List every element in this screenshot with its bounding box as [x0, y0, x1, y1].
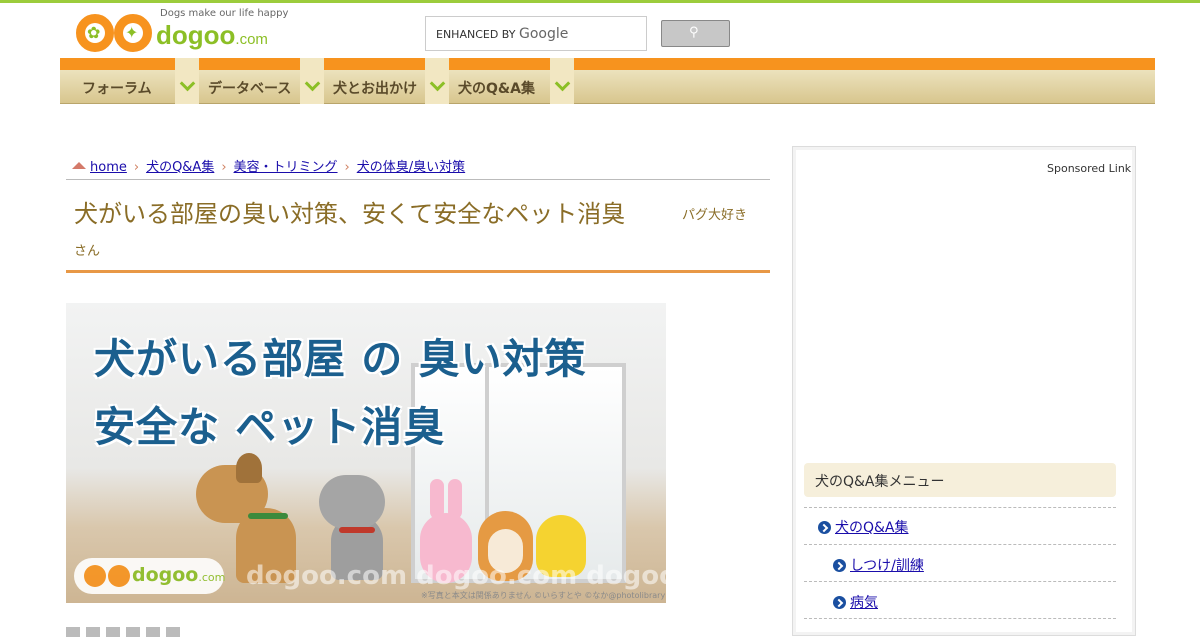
chevron-down-icon[interactable] — [300, 58, 324, 104]
divider — [66, 179, 770, 180]
search-watermark: ENHANCED BY Google — [436, 26, 568, 42]
sidebar-item-illness[interactable]: 病気 — [833, 592, 878, 612]
top-accent-line — [0, 0, 1200, 3]
nav-item-forum[interactable]: フォーラム — [82, 70, 152, 104]
home-icon — [72, 162, 86, 169]
sidebar-item-training[interactable]: しつけ/訓練 — [833, 555, 924, 575]
sponsored-link-label: Sponsored Link — [1047, 162, 1132, 175]
hero-watermark: dogoo.com dogoo.com dogoo — [246, 561, 666, 591]
site-logo[interactable]: ✿ ✦ Dogs make our life happy dogoo.com — [76, 8, 296, 56]
search-input[interactable]: ENHANCED BY Google — [425, 16, 647, 51]
divider — [804, 581, 1116, 582]
chevron-right-icon — [818, 521, 831, 534]
hero-logo-tld: .com — [198, 571, 226, 584]
hero-image: 犬がいる部屋 の 臭い対策 安全な ペット消臭 dogoo.com dogoo.… — [66, 303, 666, 603]
search-brand: Google — [518, 26, 569, 42]
main-nav: フォーラム データベース 犬とお出かけ 犬のQ&A集 — [60, 58, 1155, 104]
chevron-right-icon — [833, 559, 846, 572]
page-title: 犬がいる部屋の臭い対策、安くて安全なペット消臭 — [74, 200, 626, 228]
nav-orange-strip — [60, 58, 1155, 70]
chevron-down-icon[interactable] — [175, 58, 199, 104]
sidebar-item-label[interactable]: 犬のQ&A集 — [835, 520, 909, 536]
breadcrumb-beauty[interactable]: 美容・トリミング — [234, 160, 338, 175]
title-underline — [66, 270, 770, 273]
hero-headline-2: 安全な ペット消臭 — [94, 403, 446, 451]
search-button[interactable]: ⚲ — [661, 20, 730, 47]
breadcrumb-separator: › — [133, 160, 140, 175]
nav-item-database[interactable]: データベース — [208, 70, 291, 104]
breadcrumb-separator: › — [221, 160, 227, 175]
breadcrumb-odor[interactable]: 犬の体臭/臭い対策 — [357, 160, 465, 175]
bone-icon — [108, 565, 130, 587]
breadcrumb: home › 犬のQ&A集 › 美容・トリミング › 犬の体臭/臭い対策 — [72, 156, 465, 175]
paw-icon: ✿ — [76, 14, 114, 52]
paw-icon — [84, 565, 106, 587]
author-name: パグ大好き — [682, 208, 748, 223]
breadcrumb-home[interactable]: home — [90, 160, 127, 175]
logo-brand-name: dogoo — [156, 20, 236, 50]
sidebar-menu-title: 犬のQ&A集メニュー — [804, 463, 1116, 497]
author-suffix: さん — [74, 244, 101, 259]
chevron-down-icon[interactable] — [550, 58, 574, 104]
hero-logo: dogoo.com — [74, 558, 225, 594]
sidebar-item-qa[interactable]: 犬のQ&A集 — [818, 517, 909, 537]
hero-headline-1: 犬がいる部屋 の 臭い対策 — [94, 335, 587, 383]
image-credit: ※写真と本文は関係ありません ©いらすとや ©なか@photolibrary — [421, 591, 666, 600]
next-paragraph-fragment — [66, 622, 296, 637]
breadcrumb-separator: › — [344, 160, 350, 175]
divider — [804, 507, 1116, 508]
divider — [804, 544, 1116, 545]
search-icon: ⚲ — [689, 25, 699, 40]
search-prefix: ENHANCED BY — [436, 28, 516, 41]
hero-logo-wordmark: dogoo.com — [132, 564, 225, 586]
sidebar-item-label[interactable]: 病気 — [850, 595, 878, 611]
divider — [804, 618, 1116, 619]
logo-wordmark: dogoo.com — [156, 20, 268, 51]
chevron-down-icon[interactable] — [425, 58, 449, 104]
bone-icon: ✦ — [114, 14, 152, 52]
logo-brand-tld: .com — [235, 31, 268, 48]
nav-item-qa[interactable]: 犬のQ&A集 — [458, 70, 535, 104]
sidebar-item-label[interactable]: しつけ/訓練 — [850, 558, 924, 574]
hero-logo-brand: dogoo — [132, 564, 199, 586]
nav-item-outing[interactable]: 犬とお出かけ — [333, 70, 417, 104]
chevron-right-icon — [833, 596, 846, 609]
logo-tagline: Dogs make our life happy — [160, 8, 289, 19]
breadcrumb-qa[interactable]: 犬のQ&A集 — [146, 160, 214, 175]
